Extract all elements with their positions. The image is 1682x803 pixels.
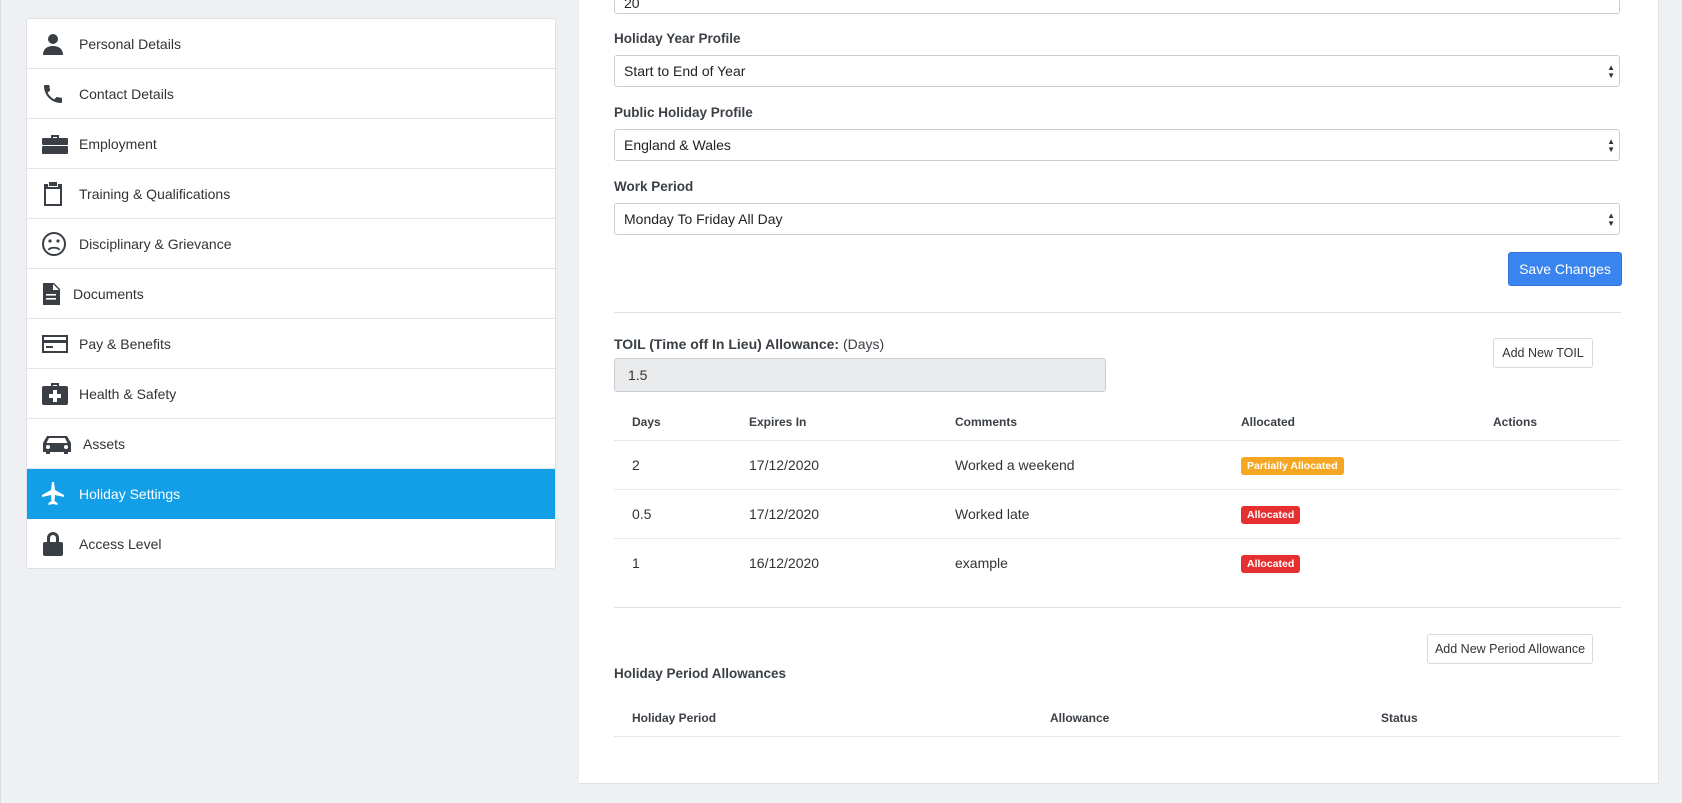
table-row-divider <box>614 538 1621 539</box>
table-divider <box>614 736 1621 737</box>
status-badge-allocated: Allocated <box>1241 506 1301 524</box>
sidebar-item-holiday-settings[interactable]: Holiday Settings <box>27 469 555 519</box>
row2-comment: Worked late <box>955 506 1030 522</box>
select-arrows-icon: ▲ ▼ <box>1607 63 1615 80</box>
col-actions: Actions <box>1493 415 1538 429</box>
row3-expires: 16/12/2020 <box>749 555 820 571</box>
divider <box>614 607 1621 608</box>
holiday-period-allowances-title: Holiday Period Allowances <box>614 666 787 681</box>
window-edge <box>0 0 1 803</box>
work-period-label: Work Period <box>614 179 694 194</box>
col-status: Status <box>1381 711 1418 725</box>
sidebar-item-label: Employment <box>79 135 157 152</box>
work-period-select[interactable]: Monday To Friday All Day ▲ ▼ <box>614 203 1620 235</box>
divider <box>614 312 1621 313</box>
sidebar-item-assets[interactable]: Assets <box>27 419 555 469</box>
sidebar-item-training-qualifications[interactable]: Training & Qualifications <box>27 169 555 219</box>
col-allocated: Allocated <box>1241 415 1296 429</box>
row1-expires: 17/12/2020 <box>749 457 820 473</box>
sidebar-item-access-level[interactable]: Access Level <box>27 519 555 568</box>
public-holiday-profile-select[interactable]: England & Wales ▲ ▼ <box>614 129 1620 161</box>
holiday-year-profile-select[interactable]: Start to End of Year ▲ ▼ <box>614 55 1620 87</box>
holiday-allowance-input[interactable]: 20 <box>614 0 1620 14</box>
select-arrows-icon: ▲ ▼ <box>1607 211 1615 228</box>
sidebar-item-label: Disciplinary & Grievance <box>79 235 232 252</box>
holiday-settings-panel: 20 Holiday Year Profile Start to End of … <box>579 0 1659 784</box>
sidebar-item-label: Health & Safety <box>79 385 177 402</box>
sidebar-item-pay-benefits[interactable]: Pay & Benefits <box>27 319 555 369</box>
sidebar-item-label: Personal Details <box>79 35 181 52</box>
lock-icon <box>41 531 71 557</box>
public-holiday-profile-value: England & Wales <box>624 137 731 153</box>
car-icon <box>41 431 75 457</box>
credit-card-icon <box>41 331 71 357</box>
status-badge-partially-allocated: Partially Allocated <box>1241 457 1344 475</box>
public-holiday-profile-label: Public Holiday Profile <box>614 105 753 120</box>
sidebar-item-label: Assets <box>83 435 126 452</box>
row2-days: 0.5 <box>632 506 652 522</box>
toil-label-unit: (Days) <box>842 336 885 352</box>
col-allowance: Allowance <box>1050 711 1110 725</box>
row1-days: 2 <box>632 457 640 473</box>
col-expires-in: Expires In <box>749 415 807 429</box>
airplane-icon <box>41 481 71 507</box>
col-comments: Comments <box>955 415 1018 429</box>
sidebar-item-personal-details[interactable]: Personal Details <box>27 19 555 69</box>
select-arrows-icon: ▲ ▼ <box>1607 137 1615 154</box>
add-new-period-allowance-button[interactable]: Add New Period Allowance <box>1427 634 1593 664</box>
sidebar-item-label: Contact Details <box>79 85 174 102</box>
row3-days: 1 <box>632 555 640 571</box>
medical-kit-icon <box>41 381 71 407</box>
save-changes-button[interactable]: Save Changes <box>1508 252 1622 286</box>
phone-icon <box>41 81 71 107</box>
holiday-allowance-value: 20 <box>624 0 640 11</box>
person-icon <box>41 31 71 57</box>
col-holiday-period: Holiday Period <box>632 711 717 725</box>
sidebar-item-label: Training & Qualifications <box>79 185 231 202</box>
toil-allowance-value: 1.5 <box>628 367 648 383</box>
sidebar-item-disciplinary-grievance[interactable]: Disciplinary & Grievance <box>27 219 555 269</box>
status-badge-allocated: Allocated <box>1241 555 1301 573</box>
row2-expires: 17/12/2020 <box>749 506 820 522</box>
toil-label-text: TOIL (Time off In Lieu) Allowance: <box>614 336 840 352</box>
holiday-year-profile-value: Start to End of Year <box>624 63 746 79</box>
document-icon <box>41 281 65 307</box>
sidebar-item-contact-details[interactable]: Contact Details <box>27 69 555 119</box>
work-period-value: Monday To Friday All Day <box>624 211 783 227</box>
add-new-toil-button[interactable]: Add New TOIL <box>1493 338 1593 368</box>
table-row-divider <box>614 489 1621 490</box>
row3-comment: example <box>955 555 1008 571</box>
sidebar-item-health-safety[interactable]: Health & Safety <box>27 369 555 419</box>
briefcase-icon <box>41 131 71 157</box>
toil-allowance-input: 1.5 <box>614 358 1106 392</box>
table-divider <box>614 440 1621 441</box>
holiday-year-profile-label: Holiday Year Profile <box>614 31 741 46</box>
sidebar-item-employment[interactable]: Employment <box>27 119 555 169</box>
row1-comment: Worked a weekend <box>955 457 1075 473</box>
sidebar-item-documents[interactable]: Documents <box>27 269 555 319</box>
sidebar-item-label: Holiday Settings <box>79 485 181 502</box>
sidebar-item-label: Pay & Benefits <box>79 335 171 352</box>
clipboard-icon <box>41 181 71 207</box>
sad-face-icon <box>41 231 71 257</box>
profile-sidebar: Personal Details Contact Details Employm… <box>26 18 556 569</box>
col-days: Days <box>632 415 661 429</box>
sidebar-item-label: Documents <box>73 285 144 302</box>
toil-allowance-label: TOIL (Time off In Lieu) Allowance: (Days… <box>614 336 884 352</box>
sidebar-item-label: Access Level <box>79 535 162 552</box>
